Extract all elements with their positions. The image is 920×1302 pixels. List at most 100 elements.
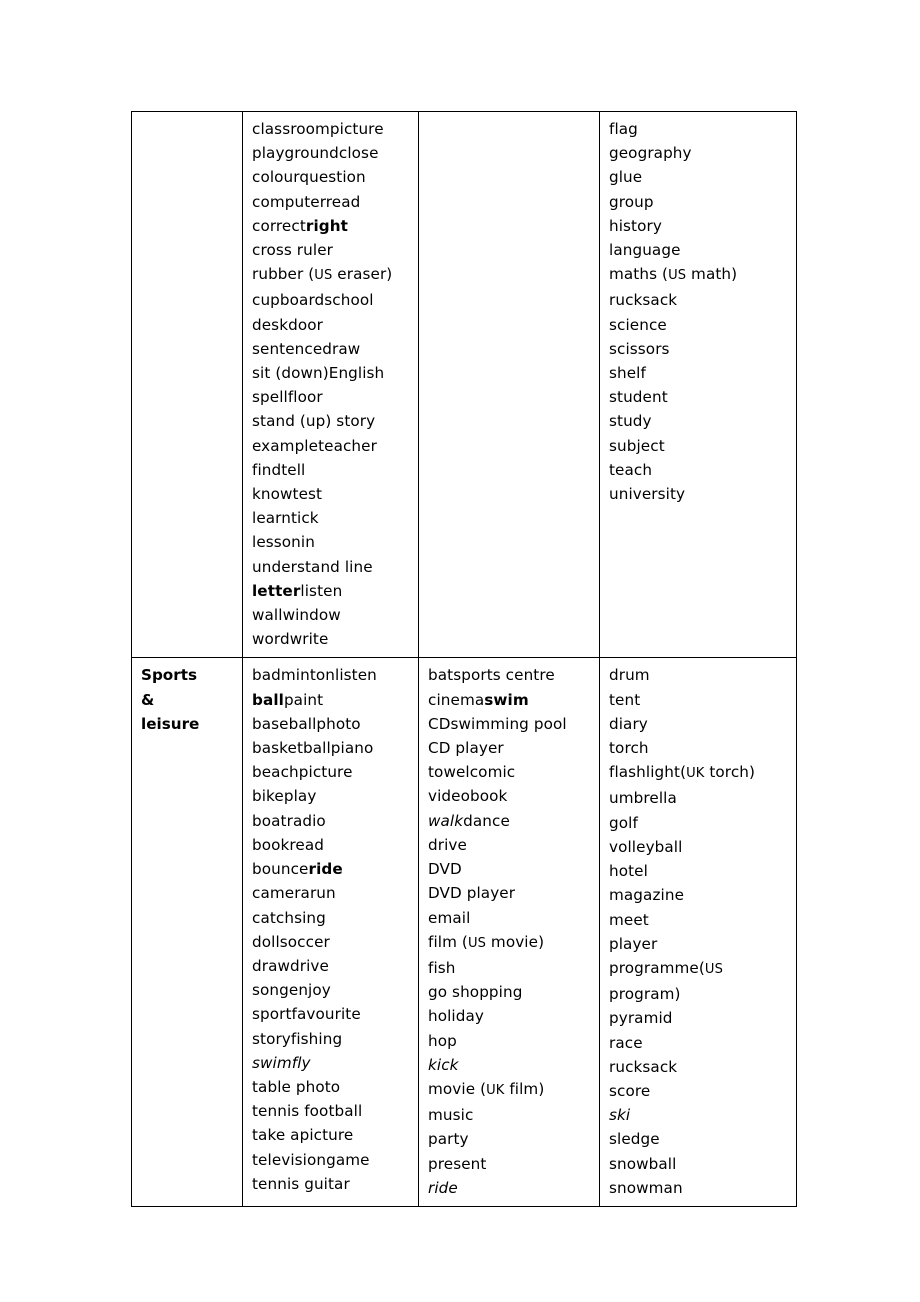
vocab-word: rubber (US eraser) (252, 265, 393, 284)
category-line: & (141, 690, 155, 709)
vocab-word: film (US movie) (428, 932, 545, 951)
vocab-word: cinemaswim (428, 690, 529, 709)
category-cell (131, 110, 243, 659)
vocab-word: meet (609, 910, 649, 929)
category-empty (132, 112, 242, 133)
vocab-word: shelf (609, 364, 646, 383)
vocab-word: email (428, 908, 471, 927)
vocab-word: exampleteacher (252, 436, 377, 455)
vocab-word: sportfavourite (252, 1005, 361, 1024)
region-marker: US (704, 961, 723, 977)
vocab-word: flag (609, 120, 638, 138)
vocab-word: hop (428, 1031, 457, 1050)
vocab-word: televisiongame (252, 1150, 370, 1169)
vocab-word: computerread (252, 192, 361, 211)
region-marker: US (314, 268, 333, 284)
table-row: classroompicture playgroundclose colourque… (131, 110, 797, 659)
vocab-word: videobook (428, 787, 508, 806)
vocab-word: songenjoy (252, 981, 331, 1000)
region-marker: US (467, 935, 486, 951)
vocab-word: DVD player (428, 884, 516, 903)
vocab-word: kick (428, 1055, 459, 1074)
table-body: classroompicture playgroundclose colourque… (131, 110, 797, 1207)
vocab-word: bikeplay (252, 787, 317, 806)
vocab-word: hotel (609, 862, 648, 881)
vocab-word: group (609, 192, 654, 211)
word-column-4: drum tent diary torch flashlight(UK torch) um… (599, 657, 797, 1207)
vocab-word: correctright (252, 216, 349, 235)
vocab-word: sentencedraw (252, 339, 361, 358)
vocab-word: deskdoor (252, 315, 323, 334)
vocab-word: snowman (609, 1178, 683, 1197)
word-list (419, 112, 599, 123)
vocabulary-table: classroompicture playgroundclose colourque… (131, 110, 797, 1207)
word-list: batsports centre cinemaswim CDswimming poo… (419, 658, 599, 1205)
vocab-word: ride (428, 1178, 458, 1197)
vocab-word: golf (609, 813, 638, 832)
word-column-2: badmintonlisten ballpaint baseballphoto bas… (242, 657, 419, 1207)
vocab-word: party (428, 1130, 469, 1149)
word-list: badmintonlisten ballpaint baseballphoto bas… (243, 658, 418, 1201)
vocab-word: snowball (609, 1154, 677, 1173)
vocab-word: holiday (428, 1007, 484, 1026)
vocab-word: ballpaint (252, 690, 324, 709)
vocab-word: umbrella (609, 789, 677, 808)
word-column-3: batsports centre cinemaswim CDswimming poo… (418, 657, 600, 1207)
vocab-word: sit (down)English (252, 364, 385, 383)
vocab-word: glue (609, 168, 643, 187)
vocab-word: drive (428, 835, 467, 854)
vocab-word: bounceride (252, 860, 343, 879)
vocab-word: colourquestion (252, 168, 366, 187)
vocab-word: stand (up) story (252, 412, 376, 431)
vocab-word: playgroundclose (252, 144, 379, 163)
word-column-3 (418, 110, 600, 659)
vocab-word: go shopping (428, 983, 523, 1002)
vocab-word: beachpicture (252, 763, 353, 782)
vocab-word: swimfly (252, 1053, 311, 1072)
vocab-word: science (609, 315, 667, 334)
category-cell-sports-leisure: Sports & leisure (131, 657, 243, 1207)
vocab-word: lessonin (252, 533, 315, 552)
vocab-word: player (609, 934, 658, 953)
table-row: Sports & leisure badmintonlisten ballpaint b… (131, 657, 797, 1207)
vocab-word: storyfishing (252, 1029, 343, 1048)
category-line: Sports (141, 666, 198, 685)
vocab-word: fish (428, 958, 456, 977)
vocab-word: basketballpiano (252, 739, 374, 758)
vocab-word: take apicture (252, 1126, 354, 1145)
vocab-word: catchsing (252, 908, 326, 927)
vocab-word: rucksack (609, 291, 678, 310)
vocab-word: tent (609, 690, 641, 709)
vocab-word: drawdrive (252, 956, 329, 975)
vocab-word: study (609, 412, 652, 431)
vocab-word: spellfloor (252, 388, 323, 407)
word-list: drum tent diary torch flashlight(UK torch) um… (600, 658, 796, 1205)
vocab-word: findtell (252, 460, 306, 479)
document-page: classroompicture playgroundclose colourque… (0, 0, 920, 1302)
vocab-word: tennis guitar (252, 1174, 350, 1193)
vocab-word: present (428, 1154, 487, 1173)
word-list: flag geography glue group history language mat… (600, 112, 796, 512)
vocab-word: volleyball (609, 837, 683, 856)
vocab-word: walkdance (428, 811, 510, 830)
vocab-word: towelcomic (428, 763, 516, 782)
vocab-word: baseballphoto (252, 714, 361, 733)
vocab-word: wallwindow (252, 606, 341, 625)
vocab-word: movie (UK film) (428, 1079, 545, 1098)
vocab-word: boatradio (252, 811, 326, 830)
vocab-word: badmintonlisten (252, 666, 377, 685)
vocab-word: classroompicture (252, 120, 384, 138)
vocab-word: subject (609, 436, 665, 455)
category-label: Sports & leisure (132, 658, 242, 742)
region-marker: UK (686, 766, 705, 782)
word-column-2: classroompicture playgroundclose colourque… (242, 110, 419, 659)
vocab-word: table photo (252, 1077, 341, 1096)
region-marker: UK (486, 1082, 505, 1098)
vocab-word: CD player (428, 739, 504, 758)
vocab-word: DVD (428, 860, 462, 879)
vocab-word: teach (609, 460, 653, 479)
vocab-word: bookread (252, 835, 325, 854)
vocab-word: batsports centre (428, 666, 555, 685)
vocab-word: ski (609, 1106, 631, 1125)
vocab-word: letterlisten (252, 581, 343, 600)
